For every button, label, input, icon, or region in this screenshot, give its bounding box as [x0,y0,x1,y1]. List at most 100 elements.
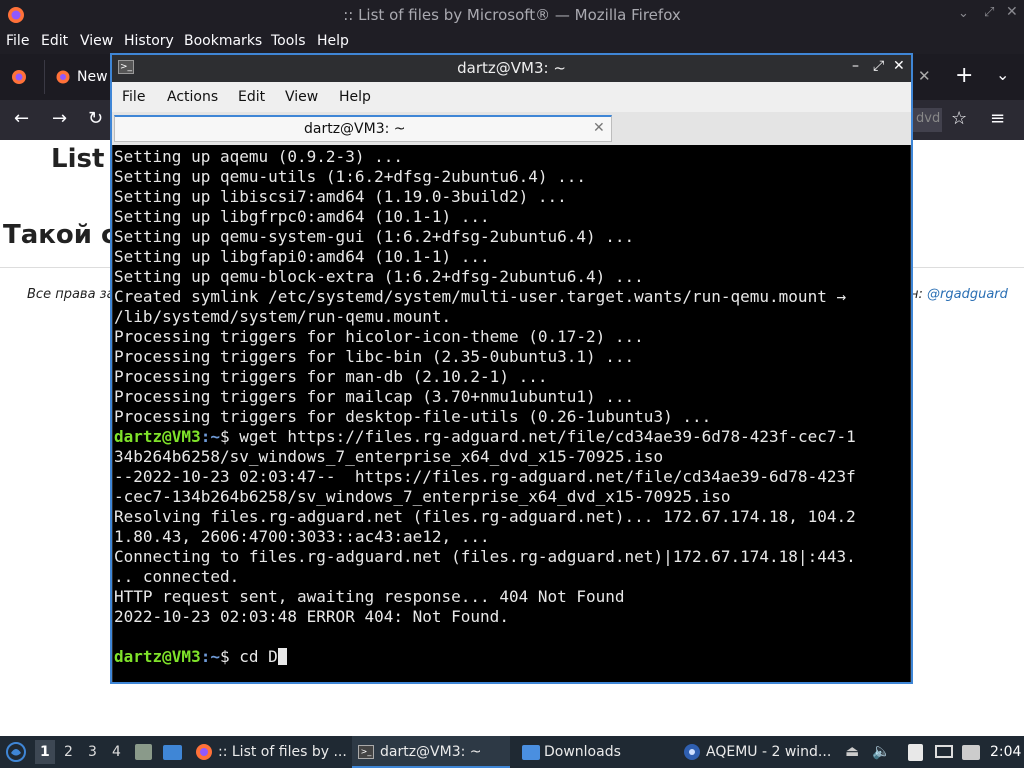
terminal-line: 1.80.43, 2606:4700:3033::ac43:ae12, ... [114,527,490,546]
hamburger-menu-icon[interactable]: ≡ [990,108,1005,129]
tab-close-icon[interactable]: ✕ [918,67,931,85]
firefox-titlebar: :: List of files by Microsoft® — Mozilla… [0,0,1024,30]
terminal-window[interactable]: >_ dartz@VM3: ~ – ⤢ ✕ File Actions Edit … [110,53,913,684]
terminal-line: Connecting to files.rg-adguard.net (file… [114,547,856,566]
eject-icon[interactable]: ⏏ [845,742,859,760]
start-menu-icon[interactable] [5,741,27,763]
menu-edit[interactable]: Edit [41,33,68,49]
command-text: cd D [229,647,278,666]
terminal-tabbar: dartz@VM3: ~ ✕ [112,112,911,145]
command-text: wget https://files.rg-adguard.net/file/c… [229,427,856,446]
new-tab-icon[interactable]: + [955,63,973,88]
clock: 2:04 [990,744,1022,760]
workspace-2[interactable]: 2 [64,744,73,760]
terminal-output[interactable]: Setting up aqemu (0.9.2-3) ... Setting up… [113,145,910,682]
maximize-icon[interactable]: ⤢ [984,5,994,20]
menu-history[interactable]: History [124,33,174,49]
terminal-line: 2022-10-23 02:03:48 ERROR 404: Not Found… [114,607,509,626]
menu-bookmarks[interactable]: Bookmarks [184,33,262,49]
prompt-user: dartz@VM3 [114,647,201,666]
terminal-line: --2022-10-23 02:03:47-- https://files.rg… [114,467,856,486]
footer-right: н: @rgadguard [910,287,1008,302]
terminal-maximize-icon[interactable]: ⤢ [873,58,884,74]
minimize-icon[interactable]: ⌄ [958,6,969,21]
terminal-line: Processing triggers for man-db (2.10.2-1… [114,367,548,386]
terminal-line: HTTP request sent, awaiting response... … [114,587,625,606]
terminal-line: Setting up qemu-system-gui (1:6.2+dfsg-2… [114,227,635,246]
desktop-launcher-icon[interactable] [163,745,182,760]
firefox-task-icon [196,744,212,760]
file-manager-launcher-icon[interactable] [135,744,152,760]
url-bar[interactable]: dvd [912,108,942,132]
window-title: :: List of files by Microsoft® — Mozilla… [343,6,681,24]
close-icon[interactable]: ✕ [1006,4,1018,20]
terminal-close-icon[interactable]: ✕ [893,58,905,74]
terminal-tab-close-icon[interactable]: ✕ [593,120,605,136]
network-icon[interactable] [935,745,953,758]
tab-new[interactable]: New [44,60,115,94]
terminal-menu-edit[interactable]: Edit [238,89,265,105]
prompt-user: dartz@VM3 [114,427,201,446]
menu-file[interactable]: File [6,33,29,49]
task-aqemu[interactable]: AQEMU - 2 wind... [706,744,831,760]
clipboard-icon[interactable] [908,744,923,761]
terminal-line: 34b264b6258/sv_windows_7_enterprise_x64_… [114,447,664,466]
keyboard-icon[interactable] [962,745,980,760]
tab-label: New [77,69,108,85]
menu-tools[interactable]: Tools [271,33,306,49]
menu-help[interactable]: Help [317,33,349,49]
prompt-symbol: $ [219,427,230,446]
terminal-line: Setting up libiscsi7:amd64 (1.19.0-3buil… [114,187,567,206]
tab-favicon-icon [56,70,70,84]
prompt-symbol: $ [219,647,230,666]
terminal-menu-file[interactable]: File [122,89,145,105]
terminal-minimize-icon[interactable]: – [852,58,859,74]
terminal-menu-actions[interactable]: Actions [167,89,218,105]
footer-link[interactable]: @rgadguard [927,287,1008,302]
prompt-line-wget: dartz@VM3:~$ wget https://files.rg-adgua… [114,427,910,447]
terminal-line: Processing triggers for mailcap (3.70+nm… [114,387,635,406]
terminal-menu-view[interactable]: View [285,89,318,105]
bookmark-star-icon[interactable]: ☆ [951,108,967,129]
volume-icon[interactable]: 🔈 [872,742,891,760]
workspace-1[interactable]: 1 [40,744,50,760]
workspace-4[interactable]: 4 [112,744,121,760]
task-terminal[interactable]: dartz@VM3: ~ [380,744,482,760]
terminal-line: Processing triggers for libc-bin (2.35-0… [114,347,635,366]
terminal-titlebar[interactable]: >_ dartz@VM3: ~ – ⤢ ✕ [112,55,911,82]
terminal-line: /lib/systemd/system/run-qemu.mount. [114,307,452,326]
terminal-line: .. connected. [114,567,240,586]
task-firefox[interactable]: :: List of files by ... [218,744,347,760]
terminal-line: Setting up aqemu (0.9.2-3) ... [114,147,403,166]
reload-icon[interactable]: ↻ [88,108,103,129]
terminal-title: dartz@VM3: ~ [457,59,566,77]
terminal-line: Processing triggers for hicolor-icon-the… [114,327,644,346]
terminal-tab[interactable]: dartz@VM3: ~ ✕ [114,115,612,142]
footer-left-text: Все права за [27,287,115,302]
prompt-path: :~ [200,427,220,446]
task-downloads[interactable]: Downloads [544,744,621,760]
folder-task-icon [522,745,540,760]
terminal-line: Setting up libgfapi0:amd64 (10.1-1) ... [114,247,490,266]
terminal-line: Setting up qemu-block-extra (1:6.2+dfsg-… [114,267,644,286]
forward-icon[interactable]: → [52,108,67,129]
terminal-line: Setting up qemu-utils (1:6.2+dfsg-2ubunt… [114,167,587,186]
terminal-tab-title: dartz@VM3: ~ [304,121,406,137]
prompt-line-current: dartz@VM3:~$ cd D [114,647,910,667]
cursor [277,648,287,665]
menu-view[interactable]: View [80,33,113,49]
terminal-line: Processing triggers for desktop-file-uti… [114,407,712,426]
terminal-menu-help[interactable]: Help [339,89,371,105]
workspace-3[interactable]: 3 [88,744,97,760]
terminal-line: Resolving files.rg-adguard.net (files.rg… [114,507,856,526]
url-text: dvd [916,111,941,126]
prompt-path: :~ [200,647,220,666]
terminal-line: -cec7-134b264b6258/sv_windows_7_enterpri… [114,487,731,506]
terminal-task-icon: >_ [358,745,374,759]
back-icon[interactable]: ← [14,108,29,129]
list-tabs-icon[interactable]: ⌄ [996,65,1009,84]
terminal-line: Created symlink /etc/systemd/system/mult… [114,287,847,306]
firefox-menubar: File Edit View History Bookmarks Tools H… [0,30,1024,54]
firefox-view-icon[interactable] [10,68,28,86]
